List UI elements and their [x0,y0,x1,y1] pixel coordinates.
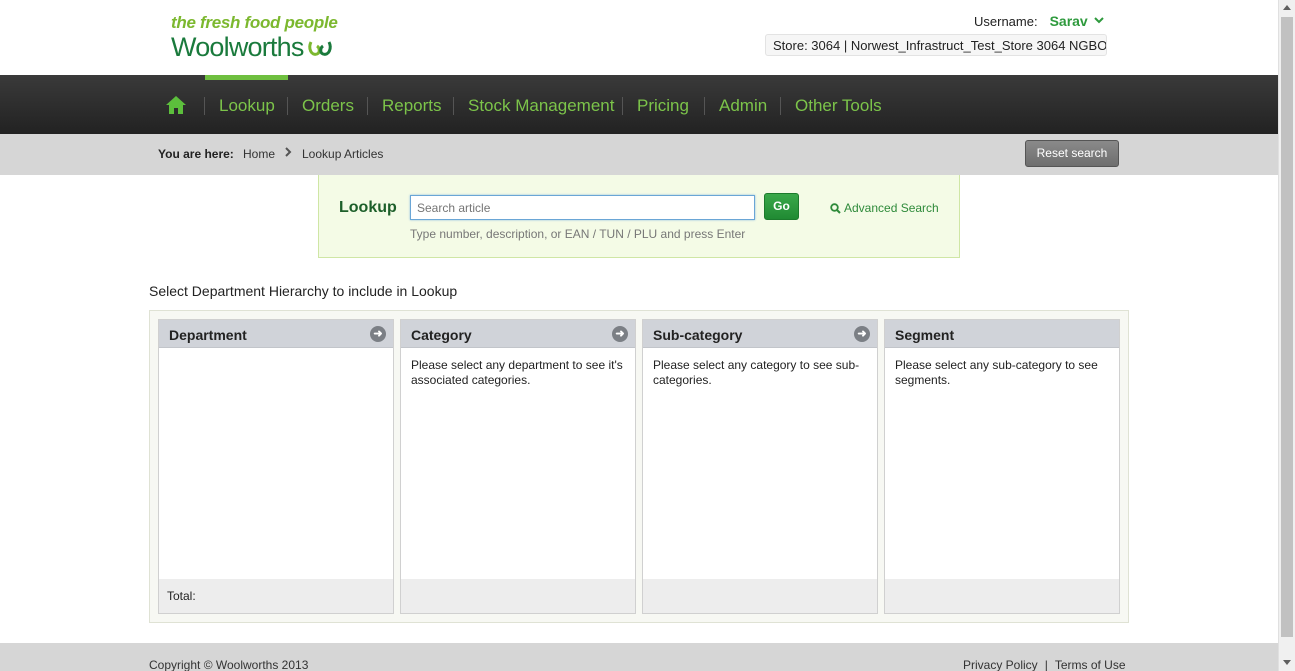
nav-separator [287,97,288,115]
department-header: Department ➜ [159,320,393,348]
lookup-panel: Lookup Go Advanced Search Type number, d… [318,175,960,258]
logo-brand-text: Woolworths [171,32,304,62]
footer-divider: | [1044,658,1048,671]
sub-category-title: Sub-category [653,327,743,343]
hierarchy-title: Select Department Hierarchy to include i… [149,283,458,299]
main-nav: Lookup Orders Reports Stock Management P… [0,75,1278,134]
department-title: Department [169,327,247,343]
sub-category-footer [643,579,877,613]
store-selector[interactable]: Store: 3064 | Norwest_Infrastruct_Test_S… [765,34,1107,56]
reset-search-button[interactable]: Reset search [1025,140,1119,167]
search-icon [830,202,841,214]
vertical-scrollbar[interactable] [1278,0,1295,671]
nav-item-orders[interactable]: Orders [302,96,354,116]
nav-separator [367,97,368,115]
nav-item-reports[interactable]: Reports [382,96,442,116]
terms-of-use-link[interactable]: Terms of Use [1055,658,1126,671]
segment-message: Please select any sub-category to see se… [895,358,1098,387]
chevron-right-icon [284,146,292,161]
nav-separator [622,97,623,115]
segment-header: Segment [885,320,1119,348]
logo-brand: Woolworths [171,33,338,61]
segment-column: Segment Please select any sub-category t… [884,319,1120,614]
advanced-search-label: Advanced Search [844,201,939,215]
chevron-down-icon[interactable] [1094,15,1104,27]
user-info: Username: Sarav [974,13,1104,29]
search-hint: Type number, description, or EAN / TUN /… [410,227,746,241]
logo-tagline: the fresh food people [171,13,338,32]
sub-category-message: Please select any category to see sub-ca… [653,358,860,387]
breadcrumb: You are here: Home Lookup Articles Reset… [0,134,1278,175]
breadcrumb-label: You are here: [158,147,234,161]
username-label: Username: [974,13,1038,29]
page-footer: Copyright © Woolworths 2013 Privacy Poli… [0,643,1278,671]
nav-active-indicator [205,75,288,80]
scrollbar-thumb[interactable] [1281,17,1293,637]
copyright-text: Copyright © Woolworths 2013 [149,658,309,671]
nav-item-lookup[interactable]: Lookup [219,96,275,116]
scroll-down-arrow-icon[interactable] [1283,660,1291,665]
nav-item-admin[interactable]: Admin [719,96,767,116]
footer-links: Privacy Policy | Terms of Use [963,658,1126,671]
woolworths-w-icon [307,41,332,56]
department-total: Total: [159,579,393,613]
arrow-right-icon[interactable]: ➜ [854,326,870,342]
lookup-label: Lookup [339,199,397,216]
page-header: the fresh food people Woolworths Usernam… [0,0,1278,75]
scroll-up-arrow-icon[interactable] [1283,5,1291,10]
nav-item-stock-management[interactable]: Stock Management [468,96,614,116]
arrow-right-icon[interactable]: ➜ [612,326,628,342]
search-article-input[interactable] [410,195,755,220]
category-message: Please select any department to see it's… [411,358,623,387]
privacy-policy-link[interactable]: Privacy Policy [963,658,1038,671]
arrow-right-icon[interactable]: ➜ [370,326,386,342]
woolworths-logo[interactable]: the fresh food people Woolworths [171,13,338,61]
hierarchy-panel: Department ➜ Total: Category ➜ Please se… [149,310,1129,623]
sub-category-column: Sub-category ➜ Please select any categor… [642,319,878,614]
nav-separator [204,97,205,115]
home-icon[interactable] [165,95,187,120]
username-menu[interactable]: Sarav [1050,13,1088,29]
segment-footer [885,579,1119,613]
go-button[interactable]: Go [764,193,799,220]
nav-separator [780,97,781,115]
category-header: Category ➜ [401,320,635,348]
category-column: Category ➜ Please select any department … [400,319,636,614]
department-column: Department ➜ Total: [158,319,394,614]
nav-separator [453,97,454,115]
nav-item-pricing[interactable]: Pricing [637,96,689,116]
breadcrumb-home-link[interactable]: Home [243,147,275,161]
advanced-search-link[interactable]: Advanced Search [830,201,939,215]
breadcrumb-current: Lookup Articles [302,147,384,161]
category-title: Category [411,327,472,343]
sub-category-header: Sub-category ➜ [643,320,877,348]
segment-title: Segment [895,327,955,343]
nav-separator [704,97,705,115]
department-list [159,348,393,368]
nav-item-other-tools[interactable]: Other Tools [795,96,882,116]
category-footer [401,579,635,613]
